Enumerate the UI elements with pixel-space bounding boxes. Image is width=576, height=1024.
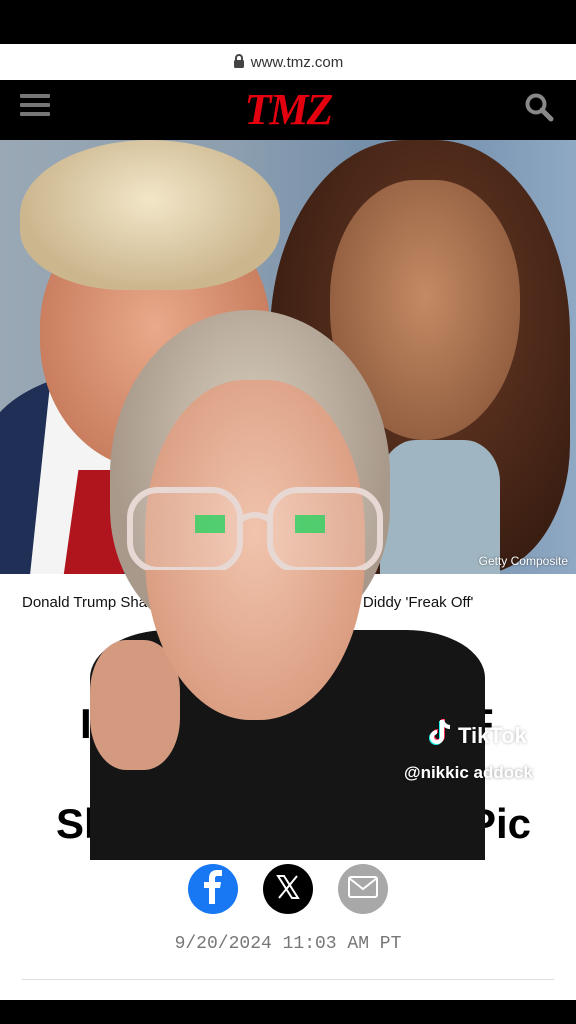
tiktok-label: TikTok — [458, 723, 527, 748]
divider — [22, 979, 554, 980]
bottom-bar — [0, 1000, 576, 1024]
mail-icon — [348, 875, 378, 903]
lock-icon — [233, 53, 245, 71]
search-icon[interactable] — [524, 92, 554, 122]
photo-credit: Getty Composite — [478, 554, 568, 568]
facebook-share-button[interactable] — [188, 864, 238, 914]
tiktok-handle: @nikkic addock — [404, 763, 534, 782]
tmz-logo[interactable]: TMZ — [0, 84, 576, 136]
url-text: www.tmz.com — [250, 53, 344, 71]
glasses-icon — [127, 487, 383, 570]
tiktok-icon — [428, 718, 454, 754]
tiktok-watermark: TikTok — [428, 718, 527, 754]
site-header: TMZ — [0, 80, 576, 140]
x-share-button[interactable] — [263, 864, 313, 914]
address-bar[interactable]: www.tmz.com — [0, 44, 576, 80]
x-icon — [275, 874, 301, 905]
status-bar — [0, 0, 576, 44]
hero-person-left-hair — [20, 140, 280, 290]
email-share-button[interactable] — [338, 864, 388, 914]
creator-hand — [90, 640, 180, 770]
facebook-icon — [200, 869, 226, 909]
publish-date: 9/20/2024 11:03 AM PT — [174, 934, 402, 954]
